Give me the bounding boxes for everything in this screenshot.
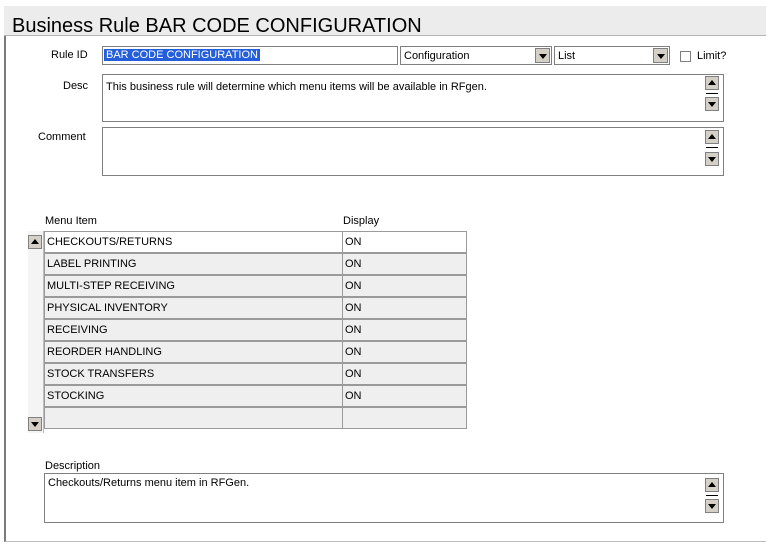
desc-scroll-up-icon[interactable]: [705, 76, 719, 90]
menu-item-cell[interactable]: STOCK TRANSFERS: [44, 363, 343, 385]
comment-label: Comment: [38, 131, 86, 143]
chevron-down-icon[interactable]: [535, 48, 550, 63]
menu-item-cell[interactable]: LABEL PRINTING: [44, 253, 343, 275]
grid-scroll-up-icon[interactable]: [28, 235, 42, 249]
description-value: Checkouts/Returns menu item in RFGen.: [48, 477, 250, 489]
type-select[interactable]: Configuration: [400, 46, 552, 65]
description-field[interactable]: Checkouts/Returns menu item in RFGen.: [44, 473, 724, 523]
menu-item-cell[interactable]: CHECKOUTS/RETURNS: [44, 231, 343, 253]
type-select-value: Configuration: [404, 50, 470, 62]
page-title: Business Rule BAR CODE CONFIGURATION: [12, 15, 422, 37]
comment-scroll-divider: [706, 147, 718, 148]
menu-item-cell[interactable]: MULTI-STEP RECEIVING: [44, 275, 343, 297]
limit-label: Limit?: [697, 50, 727, 62]
display-cell[interactable]: ON: [342, 341, 467, 363]
display-cell[interactable]: [342, 407, 467, 429]
display-cell[interactable]: ON: [342, 231, 467, 253]
rule-id-label: Rule ID: [51, 49, 88, 61]
menu-item-cell[interactable]: STOCKING: [44, 385, 343, 407]
description-scroll-divider: [706, 495, 718, 496]
description-scroll-up-icon[interactable]: [705, 478, 719, 492]
display-cell[interactable]: ON: [342, 275, 467, 297]
column-header-display: Display: [343, 215, 380, 227]
mode-select-value: List: [558, 50, 576, 62]
display-cell[interactable]: ON: [342, 385, 467, 407]
description-scroll-down-icon[interactable]: [705, 499, 719, 513]
mode-select[interactable]: List: [554, 46, 670, 65]
grid-scroll-down-icon[interactable]: [28, 417, 42, 431]
column-header-menu-item: Menu Item: [45, 215, 97, 227]
menu-item-cell[interactable]: RECEIVING: [44, 319, 343, 341]
limit-checkbox[interactable]: [680, 51, 691, 62]
desc-value: This business rule will determine which …: [106, 81, 487, 93]
display-cell[interactable]: ON: [342, 363, 467, 385]
menu-item-cell[interactable]: REORDER HANDLING: [44, 341, 343, 363]
comment-scroll-up-icon[interactable]: [705, 130, 719, 144]
desc-label: Desc: [63, 80, 89, 92]
rule-id-value: BAR CODE CONFIGURATION: [104, 49, 260, 61]
menu-item-cell[interactable]: [44, 407, 343, 429]
rule-id-field[interactable]: BAR CODE CONFIGURATION: [102, 46, 398, 65]
grid-scrollbar[interactable]: [28, 231, 44, 433]
display-cell[interactable]: ON: [342, 297, 467, 319]
comment-scroll-down-icon[interactable]: [705, 152, 719, 166]
desc-field[interactable]: This business rule will determine which …: [102, 74, 724, 122]
description-label: Description: [45, 460, 101, 472]
display-cell[interactable]: ON: [342, 253, 467, 275]
desc-scroll-divider: [706, 93, 718, 94]
chevron-down-icon[interactable]: [653, 48, 668, 63]
desc-scroll-down-icon[interactable]: [705, 97, 719, 111]
comment-field[interactable]: [102, 127, 724, 176]
menu-item-cell[interactable]: PHYSICAL INVENTORY: [44, 297, 343, 319]
title-bar: Business Rule BAR CODE CONFIGURATION: [4, 6, 766, 37]
display-cell[interactable]: ON: [342, 319, 467, 341]
